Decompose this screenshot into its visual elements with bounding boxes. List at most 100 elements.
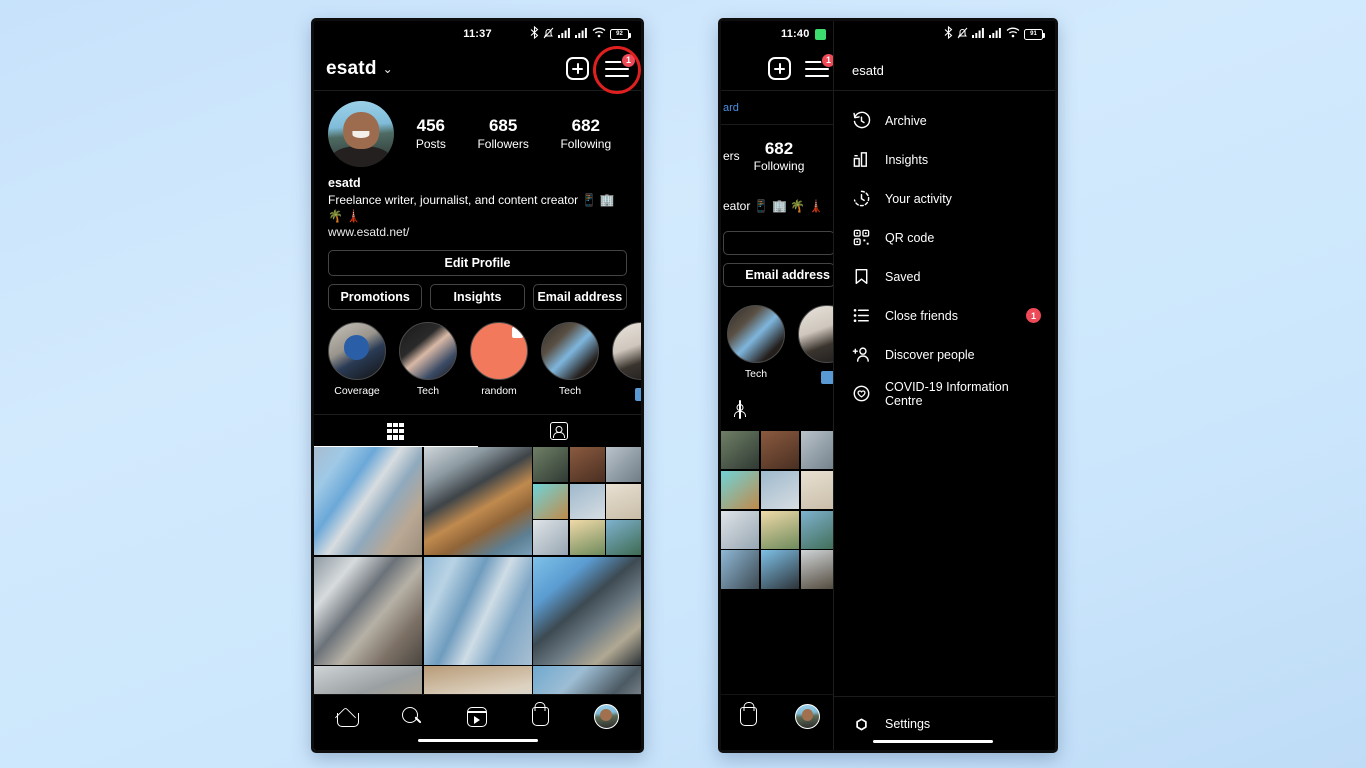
mini-photo [533,520,568,555]
grid-photo[interactable] [760,510,800,549]
highlight-thumbnail [541,322,599,380]
action-buttons-row: Promotions Insights Email address [314,276,641,310]
stat-label: Following [753,159,805,173]
avatar[interactable] [328,101,394,167]
grid-photo[interactable] [721,550,760,589]
grid-photo[interactable] [721,431,760,470]
menu-item-covid-info[interactable]: COVID-19 Information Centre [834,374,1055,413]
add-post-icon[interactable] [768,57,791,80]
grid-photo[interactable] [314,556,422,665]
stat-followers[interactable]: 685 Followers [477,116,528,152]
menu-item-insights[interactable]: Insights [834,140,1055,179]
right-header-icons: 1 [768,52,836,80]
highlight-tech-1[interactable]: Tech [399,322,457,404]
add-post-icon[interactable] [566,57,589,80]
profile-tabs [314,414,641,447]
stat-following[interactable]: 682 Following [754,139,805,173]
stat-label: Posts [415,137,446,151]
promotions-button[interactable]: Promotions [328,284,423,310]
menu-item-close-friends[interactable]: Close friends 1 [834,296,1055,335]
hamburger-menu-icon[interactable]: 1 [593,45,641,94]
home-icon[interactable] [336,708,359,727]
stat-following[interactable]: 682 Following [560,116,611,152]
profile-stats: 456 Posts 685 Followers 682 Following [400,116,627,152]
wifi-icon [592,27,606,41]
insights-button[interactable]: Insights [430,284,525,310]
menu-item-archive[interactable]: Archive [834,101,1055,140]
menu-item-label: QR code [885,230,935,245]
qr-code-icon [852,228,871,247]
menu-item-label: Close friends [885,308,958,323]
left-status-bar: 11:37 92 [314,21,641,47]
grid-photo[interactable] [423,556,532,665]
right-status-bar: 11:40 91 [721,21,1055,47]
grid-photo[interactable] [760,431,800,470]
profile-username: esatd [326,57,377,79]
grid-photo[interactable] [760,470,800,510]
highlight-label [612,385,641,404]
bio-website-link[interactable]: www.esatd.net/ [328,224,627,240]
menu-item-discover-people[interactable]: Discover people [834,335,1055,374]
search-icon[interactable] [401,706,422,727]
highlight-thumbnail [399,322,457,380]
photo-badge-icon [820,371,834,384]
right-header-actions: 1 [721,47,839,91]
stat-value: 456 [416,116,445,135]
menu-item-label: COVID-19 Information Centre [885,379,1009,408]
highlight-random[interactable]: random [470,322,528,404]
left-phone-screen: 11:37 92 esatd ⌄ 1 456 Posts 685 Followe… [314,21,641,750]
email-address-button[interactable]: Email address [723,263,835,287]
menu-item-your-activity[interactable]: Your activity [834,179,1055,218]
drawer-menu-list: Archive Insights Your activity QR code S… [834,91,1055,696]
highlight-partial[interactable] [612,322,641,404]
shop-icon[interactable] [531,707,549,726]
highlight-thumbnail [612,322,641,380]
signal-icon [972,27,985,41]
highlight-label: Coverage [334,385,380,397]
stat-posts[interactable]: 456 Posts [416,116,446,152]
profile-bio: esatd Freelance writer, journalist, and … [314,171,641,240]
dashboard-fragment[interactable]: ard [723,102,739,114]
settings-label: Settings [885,716,931,731]
shop-icon[interactable] [740,707,757,726]
edit-profile-button-partial[interactable] [723,231,835,255]
grid-photo[interactable] [721,470,760,510]
highlight-coverage[interactable]: Coverage [328,322,386,404]
highlight-tech[interactable]: Tech [727,305,785,387]
header-actions: 1 [566,45,641,94]
edit-profile-button[interactable]: Edit Profile [328,250,627,276]
mini-photo [606,520,641,555]
tab-grid[interactable] [314,415,478,447]
email-address-button[interactable]: Email address [532,284,627,310]
stat-value: 682 [764,139,794,158]
highlight-thumbnail [328,322,386,380]
grid-photo[interactable] [423,447,532,555]
stat-label: Followers [477,137,529,151]
grid-photo[interactable] [314,447,422,555]
highlight-tech-2[interactable]: Tech [541,322,599,404]
mini-photo [533,447,568,482]
chevron-down-icon[interactable]: ⌄ [383,62,393,76]
reels-icon[interactable] [466,706,487,727]
profile-avatar-icon[interactable] [795,704,820,729]
menu-item-saved[interactable]: Saved [834,257,1055,296]
bio-display-name: esatd [328,176,361,190]
grid-photo[interactable] [533,556,641,665]
close-friends-badge: 1 [1026,308,1041,323]
tagged-person-icon[interactable] [739,400,741,419]
menu-item-qr-code[interactable]: QR code [834,218,1055,257]
battery-icon: 91 [1024,28,1045,40]
profile-avatar-icon[interactable] [593,704,619,729]
grid-photo-collage[interactable] [533,447,641,555]
bookmark-icon [852,267,871,286]
grid-photo[interactable] [721,510,760,549]
bio-description: Freelance writer, journalist, and conten… [328,193,615,223]
left-instagram-header: esatd ⌄ 1 [314,45,641,94]
tab-tagged[interactable] [478,415,642,447]
edit-profile-row: Edit Profile [314,240,641,276]
hamburger-menu-icon[interactable]: 1 [805,52,836,78]
status-time: 11:37 [463,28,492,40]
wifi-icon [1006,27,1020,41]
grid-photo[interactable] [760,550,800,589]
highlight-thumbnail [727,305,785,363]
